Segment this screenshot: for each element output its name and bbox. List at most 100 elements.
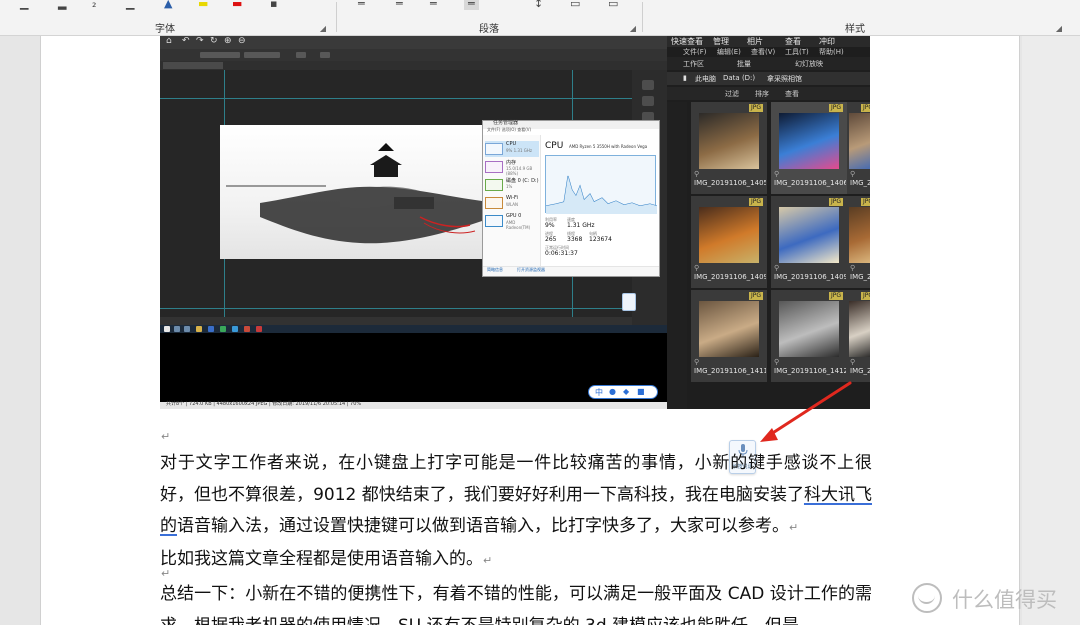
thumbnail-name: IMG_20191106_140955 [774, 273, 846, 281]
mini-graph [485, 161, 503, 173]
thumbnail-tile[interactable]: JPG ⚲IMG_20191106_141 [847, 196, 870, 288]
cpu-line [545, 175, 658, 214]
thumbnail-name: IMG_20191106_141153 [694, 367, 766, 375]
font-color-icon[interactable]: ▬ [232, 0, 242, 10]
body-paragraph[interactable]: 对于文字工作者来说，在小键盘上打字可能是一件比较痛苦的事情，小新的键手感谈不上很… [160, 448, 872, 576]
undo-icon: ↶ [182, 36, 190, 46]
stat-value: 123674 [589, 236, 612, 243]
ime-toolbar: 中 ● ◆ ■ [588, 385, 658, 399]
rotate-icon: ↻ [210, 36, 218, 46]
text-run: 总结一下：小新在不错的便携性下，有着不错的性能，可以满足一般平面及 CAD 设计… [160, 584, 872, 625]
taskbar-icon [174, 326, 180, 332]
task-manager-window: 任务管理器 文件(F) 选项(O) 查看(V) CPU 9% 1.31 GHz … [482, 120, 660, 277]
gallery-mode-tabs: 快速查看 管理 相片 查看 冲印 [667, 36, 870, 47]
body-paragraph[interactable]: 总结一下：小新在不错的便携性下，有着不错的性能，可以满足一般平面及 CAD 设计… [160, 579, 872, 625]
location-pin-icon: ⚲ [850, 170, 856, 178]
thumbnail-name: IMG_20191106_141202 [774, 367, 846, 375]
tm-stats: 利用率 9% 速度 1.31 GHz 进程 265 线程 3368 句柄 123… [545, 217, 656, 263]
tm-item-sub: 1% [506, 184, 513, 189]
gallery-menu-item: 帮助(H) [819, 48, 844, 56]
gallery-toolbar: 工作区 批量 幻灯放映 [667, 57, 870, 70]
gallery-menu-item: 查看(V) [751, 48, 776, 56]
align-right-icon[interactable]: ═ [430, 0, 437, 10]
borders-icon[interactable]: ▭ [608, 0, 618, 10]
image-status-text: 共计8个 | 724.0 KB | 4480x1600x24 JPEG | 修改… [166, 401, 362, 407]
zoom-out-icon: ⊖ [238, 36, 246, 46]
watermark-logo-icon [912, 583, 942, 613]
format-icon[interactable]: ▂ [58, 0, 66, 10]
styles-group: 样式 ◢ [644, 0, 1066, 36]
image-status-bar: 共计8个 | 724.0 KB | 4480x1600x24 JPEG | 修改… [160, 401, 667, 409]
jpg-badge: JPG [828, 292, 843, 300]
stat-value: 1.31 GHz [567, 222, 595, 229]
tm-item-wifi: Wi-Fi WLAN [485, 195, 539, 211]
format-icon[interactable]: ▁ [20, 0, 28, 10]
zoom-in-icon: ⊕ [224, 36, 232, 46]
shading-icon[interactable]: ▭ [570, 0, 580, 10]
thumbnail-tile[interactable]: JPG ⚲IMG_20191106_140504 [691, 102, 767, 194]
tm-item-title: GPU 0 [506, 213, 522, 219]
paragraph-group-label: 段落 [479, 24, 499, 35]
char-shading-icon[interactable]: ▪ [270, 0, 277, 10]
gallery-path: ▮ 此电脑 Data (D:) 拿采照相馆 [667, 72, 870, 85]
gallery-app: 快速查看 管理 相片 查看 冲印 文件(F) 编辑(E) 查看(V) 工具(T)… [667, 36, 870, 409]
mic-small-icon [622, 293, 636, 311]
ime-settings-icon: ◆ [623, 387, 630, 396]
text-run: 对于文字工作者来说，在小键盘上打字可能是一件比较痛苦的事情，小新的键手感谈不上很… [160, 453, 872, 505]
paragraph-mark: ↵ [483, 553, 493, 567]
thumbnail-name: IMG_20191106_140609 [774, 179, 846, 187]
windows-taskbar [160, 325, 667, 333]
divider [642, 2, 643, 32]
thumbnail-tile[interactable]: JPG ⚲IMG_20191106_141 [847, 290, 870, 382]
font-dialog-launcher-icon[interactable]: ◢ [320, 24, 326, 33]
mini-graph [485, 179, 503, 191]
thumbnail-tile[interactable]: JPG ⚲IMG_20191106_140945 [691, 196, 767, 288]
tm-item-title: 内存 [506, 160, 517, 166]
thumbnail-tile[interactable]: JPG ⚲IMG_20191106_140 [847, 102, 870, 194]
line-spacing-icon[interactable]: ↕ [534, 0, 543, 10]
tm-item-title: Wi-Fi [506, 195, 518, 201]
jpg-badge: JPG [748, 292, 763, 300]
tm-resource-monitor-link: 打开资源监视器 [517, 267, 545, 272]
justify-icon[interactable]: ═ [464, 0, 479, 10]
tm-item-sub: 15.0/14.9 GB (88%) [506, 166, 533, 176]
align-center-icon[interactable]: ═ [396, 0, 403, 10]
gallery-tab: 查看 [785, 37, 801, 46]
option-chip [200, 52, 240, 58]
gallery-left-strip [667, 102, 687, 409]
paragraph-dialog-launcher-icon[interactable]: ◢ [630, 24, 636, 33]
embedded-screenshot[interactable]: ⌂ ↶ ↷ ↻ ⊕ ⊖ 任务管理器 文件(F) 选项(O) 查看(V) CPU … [160, 36, 870, 409]
gallery-tool: 工作区 [683, 60, 704, 68]
taskbar-icon [208, 326, 214, 332]
text-effects-icon[interactable]: ▲ [164, 0, 172, 10]
styles-dialog-launcher-icon[interactable]: ◢ [1056, 24, 1062, 33]
subscript-icon[interactable]: ₂ [92, 0, 96, 10]
tm-item-sub: AMD Radeon(TM) [506, 220, 531, 230]
ink-landscape [226, 143, 482, 244]
watermark: 什么值得买 [912, 582, 1080, 618]
gallery-tool: 幻灯放映 [795, 60, 823, 68]
thumbnail-image [699, 207, 759, 263]
thumbnail-name: IMG_20191106_140504 [694, 179, 766, 187]
thumbnail-tile[interactable]: JPG ⚲IMG_20191106_141202 [771, 290, 847, 382]
taskbar-icon [196, 326, 202, 332]
tm-item-sub: WLAN [506, 202, 519, 207]
path-segment: 此电脑 [695, 75, 716, 83]
thumbnail-tile[interactable]: JPG ⚲IMG_20191106_141153 [691, 290, 767, 382]
tm-cpu-name: AMD Ryzen 5 3550H with Radeon Vega [569, 144, 648, 149]
gallery-subtool: 过滤 [725, 90, 739, 98]
location-pin-icon: ⚲ [774, 264, 780, 272]
taskbar-icon [244, 326, 250, 332]
ime-lang-label: 中 [595, 388, 603, 397]
tm-item-title: 磁盘 0 (C: D:) [506, 178, 539, 184]
superscript-icon[interactable]: ▁ [126, 0, 134, 10]
thumbnail-tile[interactable]: JPG ⚲IMG_20191106_140955 [771, 196, 847, 288]
guide [160, 98, 632, 99]
thumbnail-tile[interactable]: JPG ⚲IMG_20191106_140609 [771, 102, 847, 194]
thumbnail-name: IMG_20191106_140 [850, 179, 870, 187]
jpg-badge: JPG [748, 104, 763, 112]
gallery-tab: 冲印 [819, 37, 835, 46]
align-left-icon[interactable]: ═ [358, 0, 365, 10]
option-chip [296, 52, 306, 58]
highlight-icon[interactable]: ▬ [198, 0, 208, 10]
